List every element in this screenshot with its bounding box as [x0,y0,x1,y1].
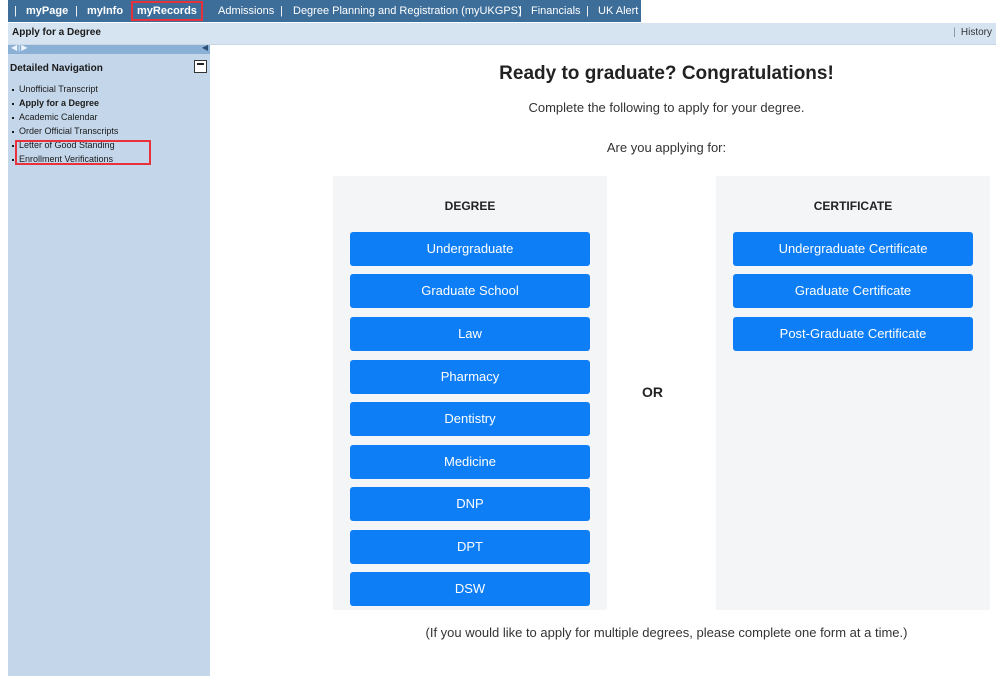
nav-link-label: Academic Calendar [19,112,98,122]
certificate-panel-title: CERTIFICATE [813,199,893,213]
nav-separator: | [280,5,283,17]
bullet-icon [12,130,14,133]
dsw-button[interactable]: DSW [350,572,590,606]
history-label: History [960,27,992,38]
pane-arrows-icon[interactable]: ◀|▶ [11,43,28,52]
undergraduate-button[interactable]: Undergraduate [350,232,590,266]
bullet-icon [12,144,14,147]
medicine-button[interactable]: Medicine [350,445,590,479]
history-separator: | [953,27,956,38]
highlight-box [15,140,151,165]
top-navigation-spacer [641,0,996,22]
history-link[interactable]: | History [953,27,992,38]
nav-item-myinfo[interactable]: myInfo [87,3,123,19]
dnp-button[interactable]: DNP [350,487,590,521]
applying-question: Are you applying for: [606,140,727,155]
pharmacy-button[interactable]: Pharmacy [350,360,590,394]
detailed-navigation-title: Detailed Navigation [10,63,103,74]
nav-separator: | [14,5,17,17]
dentistry-button[interactable]: Dentistry [350,402,590,436]
subtitle: Complete the following to apply for your… [528,100,805,115]
nav-separator: | [586,5,589,17]
nav-item-uk-alert[interactable]: UK Alert [598,3,638,19]
or-divider-label: OR [642,384,663,400]
nav-item-myrecords[interactable]: myRecords [131,1,203,21]
multiple-degrees-note: (If you would like to apply for multiple… [425,625,908,640]
nav-item-degree-planning[interactable]: Degree Planning and Registration (myUKGP… [293,3,522,19]
top-navigation: | myPage | myInfo myRecords Admissions |… [0,0,996,22]
graduate-school-button[interactable]: Graduate School [350,274,590,308]
bullet-icon [12,158,14,161]
nav-link-apply-for-a-degree[interactable]: Apply for a Degree [12,98,99,109]
detailed-navigation-pane: ◀|▶ ◀ Detailed Navigation Unofficial Tra… [8,43,210,676]
degree-panel: DEGREE Undergraduate Graduate School Law… [333,176,607,610]
dpt-button[interactable]: DPT [350,530,590,564]
law-button[interactable]: Law [350,317,590,351]
nav-separator: | [75,5,78,17]
pane-resize-strip[interactable]: ◀|▶ ◀ [8,43,210,54]
bullet-icon [12,102,14,105]
nav-link-label: Apply for a Degree [19,98,100,108]
bullet-icon [12,116,14,119]
graduate-certificate-button[interactable]: Graduate Certificate [733,274,973,308]
nav-link-unofficial-transcript[interactable]: Unofficial Transcript [12,84,98,95]
nav-item-mypage[interactable]: myPage [26,3,68,19]
nav-link-order-official-transcripts[interactable]: Order Official Transcripts [12,126,118,137]
certificate-panel: CERTIFICATE Undergraduate Certificate Gr… [716,176,990,610]
nav-item-admissions[interactable]: Admissions [218,3,274,19]
degree-panel-title: DEGREE [444,199,496,213]
main-content: Ready to graduate? Congratulations! Comp… [222,45,996,676]
page-header-bar: Apply for a Degree | History [8,23,996,45]
page-title: Apply for a Degree [12,27,101,38]
nav-link-academic-calendar[interactable]: Academic Calendar [12,112,98,123]
nav-item-financials[interactable]: Financials [531,3,581,19]
nav-separator: | [519,5,522,17]
undergraduate-certificate-button[interactable]: Undergraduate Certificate [733,232,973,266]
pane-collapse-arrow-icon[interactable]: ◀ [202,43,208,52]
post-graduate-certificate-button[interactable]: Post-Graduate Certificate [733,317,973,351]
minimize-icon[interactable] [194,60,207,73]
bullet-icon [12,88,14,91]
nav-link-label: Unofficial Transcript [19,84,98,94]
headline: Ready to graduate? Congratulations! [499,63,834,84]
nav-link-label: Order Official Transcripts [19,126,119,136]
